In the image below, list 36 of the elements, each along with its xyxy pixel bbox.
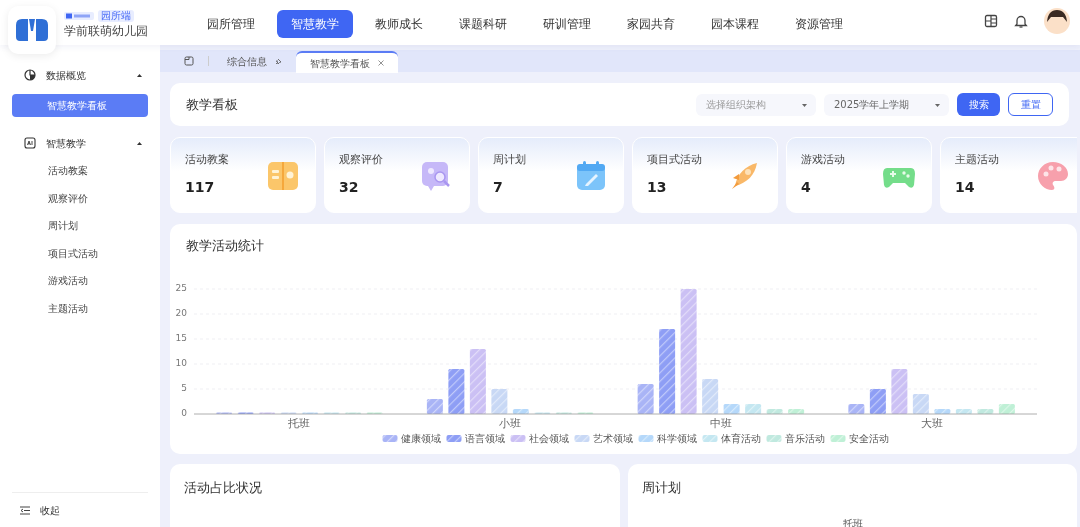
legend-label: 健康领域	[400, 432, 441, 443]
stat-value: 13	[647, 177, 668, 197]
axis-tick-label: 20	[175, 307, 187, 318]
axis-tick-label: 10	[175, 357, 187, 368]
panel-title: 活动占比状况	[184, 479, 262, 497]
legend-label: 语言领域	[464, 432, 505, 443]
axis-tick-label: 15	[175, 332, 187, 343]
axis-category-label: 小班	[499, 416, 522, 430]
axis-category-label: 大班	[920, 416, 943, 430]
brand-name: 学前联萌幼儿园	[64, 23, 148, 40]
stat-value: 32	[339, 177, 360, 197]
axis-tick-label: 25	[175, 282, 187, 293]
legend-label: 音乐活动	[784, 432, 825, 443]
stat-value: 14	[955, 177, 976, 197]
legend-label: 科学领域	[656, 432, 697, 443]
legend-label: 安全活动	[848, 432, 889, 443]
chart-title: 教学活动统计	[185, 237, 265, 255]
panel-title: 教学看板	[186, 95, 239, 114]
stat-label: 周计划	[493, 152, 526, 168]
stat-label: 主题活动	[955, 152, 999, 168]
legend-label: 体育活动	[720, 432, 761, 443]
brand-badge: 园所端	[98, 10, 134, 22]
axis-category-label: 中班	[709, 416, 732, 430]
stat-label: 游戏活动	[801, 152, 845, 168]
stat-label: 项目式活动	[647, 152, 702, 168]
stat-value: 4	[801, 177, 812, 197]
stat-value: 7	[493, 177, 504, 197]
axis-tick-label: 5	[181, 382, 187, 393]
stat-label: 活动教案	[185, 152, 229, 168]
legend-label: 艺术领域	[592, 432, 633, 443]
stat-label: 观察评价	[339, 152, 383, 168]
legend-label: 社会领域	[528, 432, 569, 443]
panel-title: 周计划	[642, 479, 681, 497]
axis-tick-label: 0	[181, 407, 187, 418]
axis-category-label: 托班	[288, 416, 311, 430]
stat-value: 117	[185, 177, 216, 197]
